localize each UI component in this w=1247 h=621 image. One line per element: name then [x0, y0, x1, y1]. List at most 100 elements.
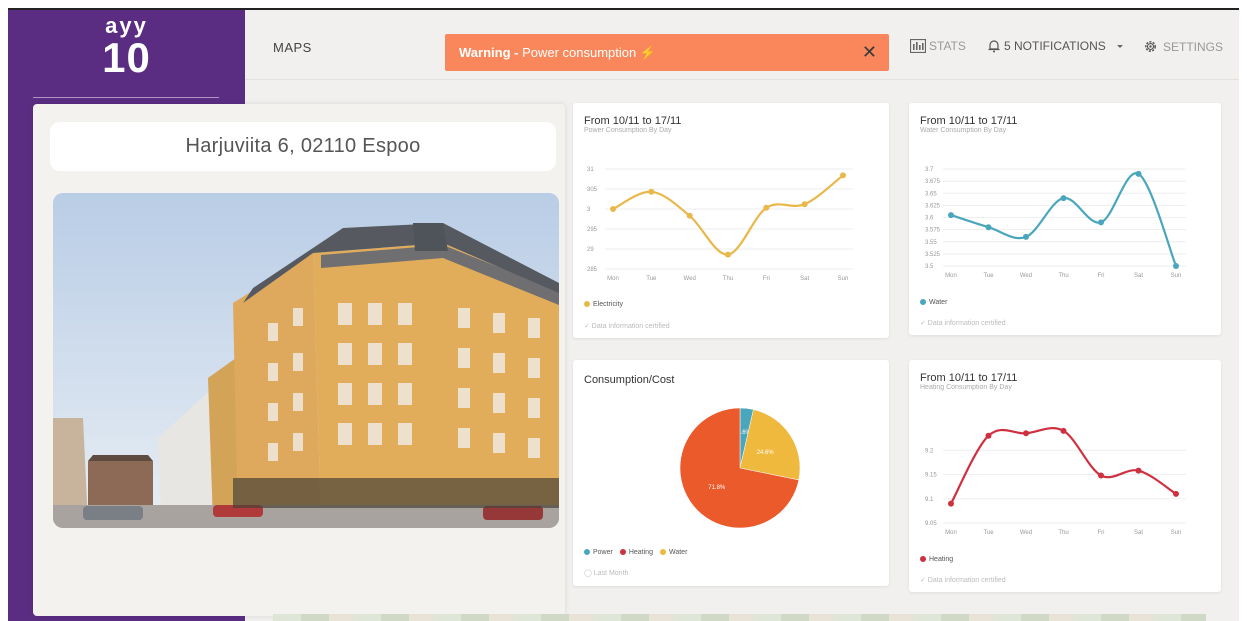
heating-x-tick: Tue — [983, 530, 994, 536]
electricity-legend-dot — [584, 301, 590, 308]
water-x-tick: Wed — [1020, 273, 1032, 279]
electricity-legend-label: Electricity — [593, 301, 623, 308]
water-x-tick: Tue — [983, 273, 994, 279]
consumption-cost-card: Consumption/Cost 3.6% 24.6% 71.8% Power He… — [573, 360, 889, 586]
logo[interactable]: ayy 10 — [8, 14, 245, 79]
water-x-tick: Sat — [1134, 273, 1143, 279]
last-month-label: Last Month — [593, 570, 629, 577]
power-chart-card: From 10/11 to 17/11 Power Consumption By… — [573, 103, 889, 338]
heating-x-tick: Mon — [945, 530, 957, 536]
power-data-point[interactable] — [725, 251, 731, 258]
heating-y-tick: 9.2 — [925, 448, 934, 454]
water-data-point[interactable] — [1173, 263, 1179, 269]
power-x-tick: Mon — [607, 276, 619, 282]
heating-series-line — [950, 427, 1177, 505]
water-y-tick: 3.55 — [925, 240, 937, 246]
notifications-label: 5 NOTIFICATIONS — [1004, 39, 1106, 53]
power-data-point[interactable] — [763, 204, 770, 211]
power-y-tick: 305 — [587, 187, 598, 193]
power-x-tick: Thu — [723, 276, 733, 282]
heating-series-legend-label: Heating — [929, 556, 954, 563]
power-data-point[interactable] — [801, 201, 808, 208]
settings-link[interactable]: SETTINGS — [1143, 39, 1223, 54]
chevron-down-icon — [1116, 45, 1123, 48]
power-y-tick: 295 — [587, 227, 598, 233]
power-data-point[interactable] — [610, 206, 616, 212]
heating-data-point[interactable] — [1060, 427, 1067, 434]
heating-y-tick: 9.15 — [925, 473, 937, 479]
power-x-tick: Tue — [646, 276, 657, 282]
app-frame: ayy 10 MAPS Warning - Power consumption … — [8, 8, 1239, 621]
water-data-point[interactable] — [1023, 233, 1029, 240]
address-title: Harjuviita 6, 02110 Espoo — [50, 122, 556, 171]
water-legend-dot — [920, 299, 926, 306]
building-photo — [53, 193, 559, 528]
water-y-tick: 3.625 — [925, 203, 941, 209]
water-data-point[interactable] — [985, 224, 992, 231]
water-y-tick: 3.525 — [925, 252, 941, 258]
stats-icon — [910, 39, 926, 53]
water-pie-legend-label: Water — [668, 549, 688, 556]
water-data-point[interactable] — [1060, 195, 1067, 202]
heating-series-legend-dot — [920, 556, 926, 563]
water-x-tick: Thu — [1058, 273, 1068, 279]
heating-chart-card: From 10/11 to 17/11 Heating Consumption … — [909, 360, 1221, 592]
pie-legend: Power Heating Water — [584, 549, 687, 556]
water-x-tick: Mon — [945, 273, 957, 279]
clock-icon: ◯ — [584, 570, 594, 577]
water-chart-card: From 10/11 to 17/11 Water Consumption By… — [909, 103, 1221, 335]
water-data-point[interactable] — [1135, 170, 1142, 177]
close-icon[interactable]: ✕ — [862, 42, 877, 63]
power-y-tick: 31 — [587, 167, 594, 173]
water-pie-legend-dot — [659, 549, 666, 556]
water-y-tick: 3.7 — [925, 167, 934, 173]
heating-y-tick: 9.05 — [925, 521, 937, 527]
notifications-dropdown[interactable]: 5 NOTIFICATIONS — [987, 39, 1125, 53]
power-series-line — [612, 174, 844, 256]
power-y-tick: 285 — [587, 267, 598, 273]
last-month-note: ◯ Last Month — [584, 569, 628, 577]
logo-divider — [33, 97, 219, 98]
heating-data-point[interactable] — [1098, 472, 1104, 479]
heating-data-point[interactable] — [985, 432, 992, 439]
heating-data-point[interactable] — [1135, 467, 1142, 474]
water-y-tick: 3.6 — [925, 216, 934, 222]
power-data-point[interactable] — [840, 172, 846, 179]
map-preview[interactable] — [273, 614, 1206, 621]
power-certified-note: ✓ Data information certified — [584, 323, 670, 330]
water-x-tick: Fri — [1098, 273, 1105, 279]
heating-x-tick: Wed — [1020, 530, 1032, 536]
water-data-point[interactable] — [948, 212, 954, 219]
power-data-point[interactable] — [648, 188, 655, 195]
heating-data-point[interactable] — [1173, 490, 1179, 497]
heating-data-point[interactable] — [1023, 430, 1029, 437]
heating-y-tick: 9.1 — [925, 497, 934, 503]
power-legend-label: Power — [593, 549, 613, 556]
heating-certified-note: ✓ Data information certified — [920, 577, 1006, 584]
water-line-chart: 3.5 3.525 3.55 3.575 3.6 3.625 3.65 3.675 3.7 Mon… — [925, 167, 1186, 279]
top-bar: MAPS Warning - Power consumption ⚡ ✕ STA… — [245, 10, 1239, 80]
stats-link[interactable]: STATS — [910, 39, 966, 53]
warning-label: Warning - — [459, 45, 519, 60]
power-y-tick: 3 — [587, 207, 591, 213]
heating-legend: Heating — [920, 556, 953, 563]
power-data-point[interactable] — [686, 212, 693, 219]
water-y-tick: 3.65 — [925, 191, 937, 197]
bell-icon — [988, 40, 1000, 53]
heating-legend-label: Heating — [628, 549, 653, 556]
water-data-point[interactable] — [1098, 219, 1104, 226]
warning-message: Power consumption ⚡ — [522, 45, 657, 60]
gear-icon — [1145, 41, 1156, 52]
heating-line-chart: 9.05 9.1 9.15 9.2 Mon Tue Wed Thu Fri Sat Sun — [925, 427, 1186, 536]
maps-link[interactable]: MAPS — [273, 40, 312, 55]
stats-label: STATS — [929, 39, 966, 53]
water-legend-label: Water — [929, 299, 948, 306]
heating-x-tick: Sat — [1134, 530, 1143, 536]
power-x-tick: Wed — [684, 276, 696, 282]
heating-x-tick: Thu — [1058, 530, 1068, 536]
water-y-tick: 3.575 — [925, 228, 941, 234]
water-y-tick: 3.675 — [925, 179, 941, 185]
heating-data-point[interactable] — [948, 500, 954, 507]
heating-x-tick: Fri — [1098, 530, 1105, 536]
pie-label-heating: 71.8% — [708, 485, 726, 491]
